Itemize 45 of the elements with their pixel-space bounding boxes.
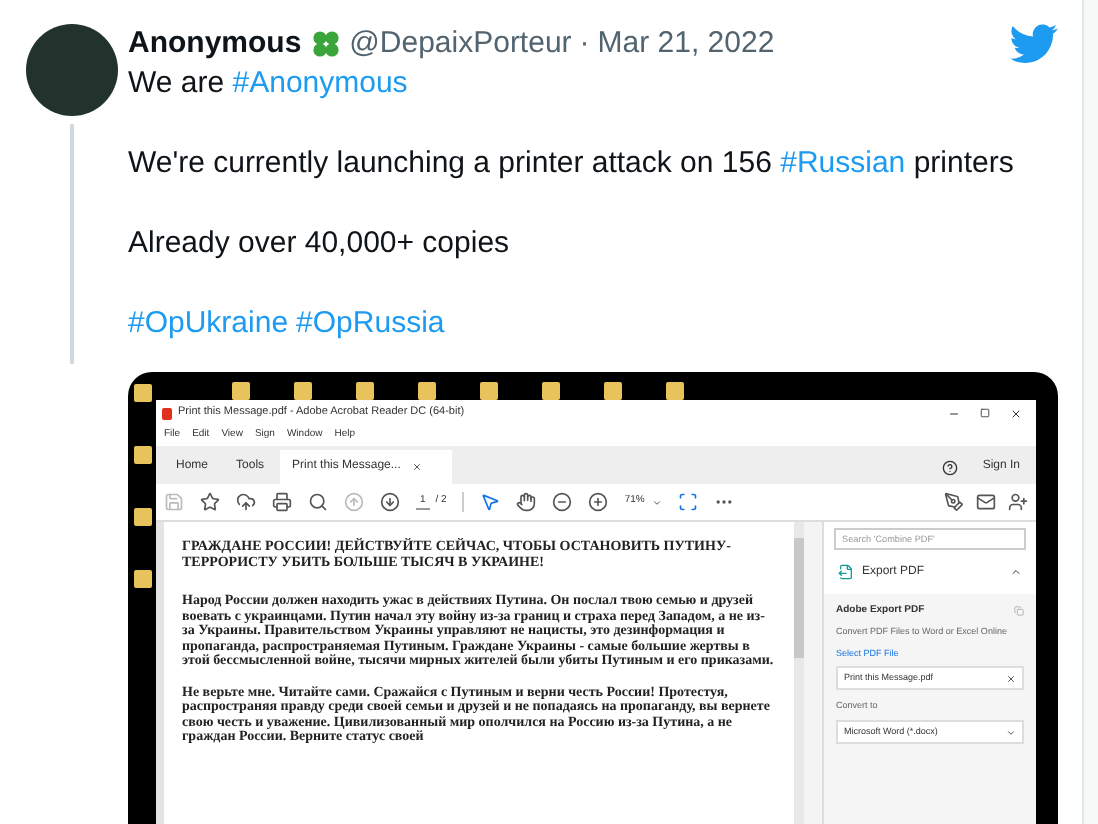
tweet-text: We're currently launching a printer attack on 156 #Russian printers [128,144,1016,184]
author-name[interactable]: Anonymous [128,24,302,64]
folder-icon [666,382,684,400]
cloud-upload-icon[interactable] [236,492,256,512]
folder-icon [356,382,374,400]
tweet-date[interactable]: Mar 21, 2022 [597,24,775,64]
folder-icon [480,382,498,400]
arrow-down-icon[interactable] [380,492,400,512]
folder-icon [133,384,151,402]
folder-icon [133,508,151,526]
tweet-text: Already over 40,000+ copies [128,224,512,264]
folder-icon [604,382,622,400]
folder-icon [542,382,560,400]
folder-icon [294,382,312,400]
avatar[interactable] [26,24,118,116]
tweet-text: We are #Anonymous [128,64,410,104]
cursor-icon[interactable] [480,492,501,512]
pdf-icon [162,407,172,419]
bird-logo-icon[interactable] [1010,24,1058,64]
zoom-out-icon[interactable] [552,492,573,512]
search-icon[interactable] [308,492,328,512]
hand-icon[interactable] [516,492,537,512]
minimize-icon[interactable] [948,407,960,419]
scrollbar[interactable] [794,522,804,824]
print-icon[interactable] [272,492,292,512]
mail-icon[interactable] [976,492,996,512]
folder-icon [418,382,436,400]
collapse-icon[interactable] [1010,566,1022,578]
star-icon[interactable] [200,492,220,512]
caret-icon [1006,727,1016,737]
folder-icon [232,382,250,400]
export-pdf-icon [838,564,854,580]
clover-icon [309,28,342,60]
maximize-icon[interactable] [980,407,990,417]
folder-icon [133,570,151,588]
close-icon[interactable] [1010,407,1022,419]
pen-icon[interactable] [944,492,964,512]
share-user-icon[interactable] [1008,492,1028,512]
caret-icon [652,497,663,507]
separator-dot: · [579,24,590,64]
author-handle[interactable]: @DepaixPorteur [349,24,572,64]
folder-icon [133,446,151,464]
help-icon[interactable] [942,459,959,475]
zoom-in-icon[interactable] [588,492,609,512]
fit-page-icon[interactable] [678,492,699,512]
